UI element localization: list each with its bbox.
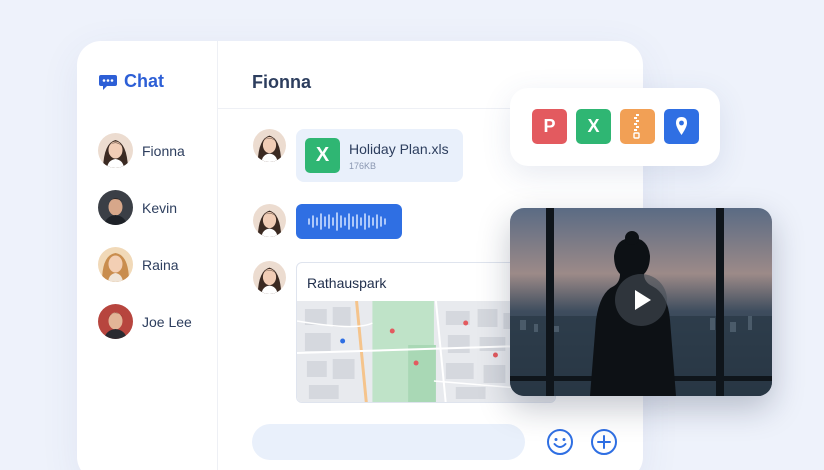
voice-message[interactable] (296, 204, 402, 239)
excel-attachment-button[interactable]: X (576, 109, 611, 144)
contact-name: Fionna (142, 142, 185, 159)
message-input[interactable] (252, 424, 525, 460)
brand-label: Chat (124, 71, 164, 91)
contact-name: Raina (142, 256, 179, 273)
message-composer[interactable] (252, 424, 525, 460)
message-avatar (253, 129, 286, 162)
plus-icon[interactable] (590, 428, 618, 456)
avatar (98, 247, 133, 282)
location-pin-icon (676, 117, 687, 135)
file-message[interactable]: X Holiday Plan.xls 176KB (296, 129, 463, 182)
message-avatar (253, 204, 286, 237)
zip-icon (633, 114, 640, 139)
powerpoint-attachment-button[interactable]: P (532, 109, 567, 144)
chat-bubble-icon (99, 74, 117, 90)
emoji-icon[interactable] (546, 428, 574, 456)
contact-item-kevin[interactable]: Kevin (98, 190, 177, 225)
contact-item-raina[interactable]: Raina (98, 247, 179, 282)
location-attachment-button[interactable] (664, 109, 699, 144)
sidebar: Chat Fionna Kevin Raina Joe Lee (77, 41, 218, 470)
contact-item-fionna[interactable]: Fionna (98, 133, 185, 168)
contact-item-joe-lee[interactable]: Joe Lee (98, 304, 192, 339)
video-thumbnail (510, 208, 772, 396)
file-name: Holiday Plan.xls (349, 141, 449, 157)
avatar (98, 304, 133, 339)
message-avatar (253, 261, 286, 294)
video-preview[interactable] (510, 208, 772, 396)
spreadsheet-file-icon: X (305, 138, 340, 173)
location-name: Rathauspark (307, 275, 387, 291)
conversation-title: Fionna (252, 72, 311, 92)
attachment-picker: P X (510, 88, 720, 166)
contact-name: Kevin (142, 199, 178, 216)
waveform-icon (308, 212, 386, 231)
avatar (98, 190, 133, 225)
contact-name: Joe Lee (142, 313, 192, 330)
zip-attachment-button[interactable] (620, 109, 655, 144)
brand: Chat (98, 71, 164, 92)
avatar (98, 133, 133, 168)
file-size: 176KB (349, 161, 377, 171)
